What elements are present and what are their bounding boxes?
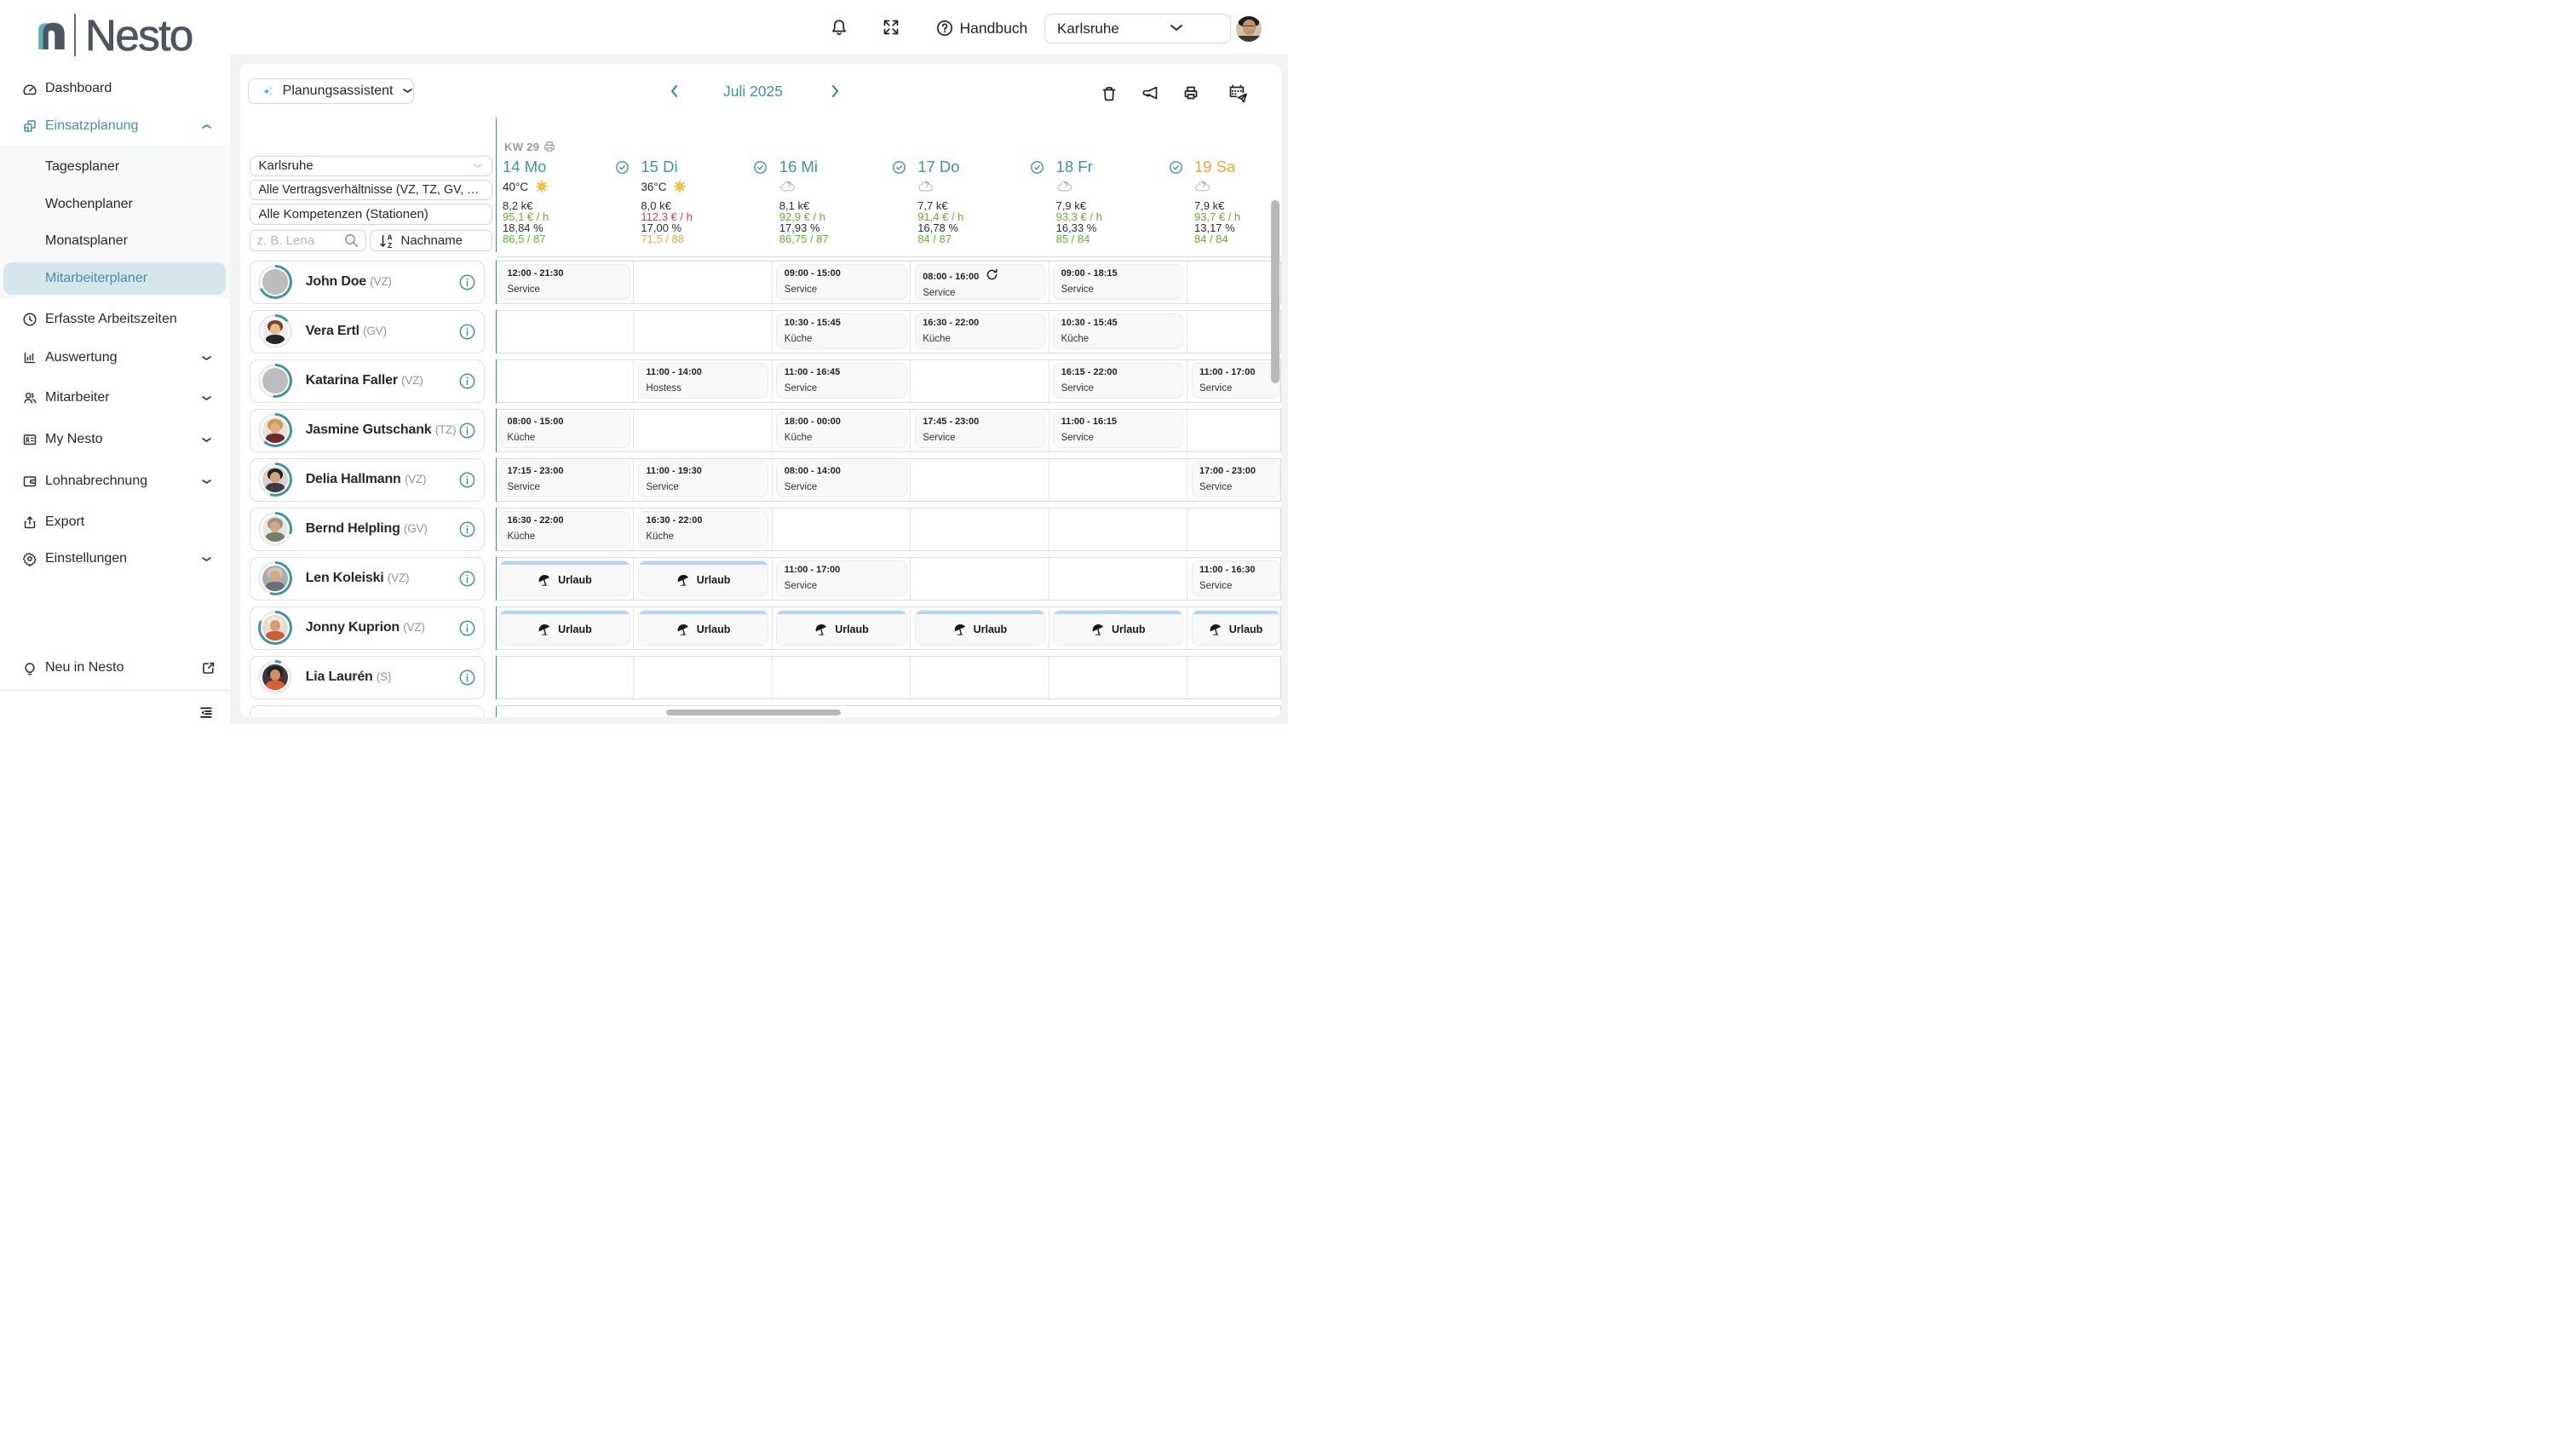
svg-text:?: ? (786, 181, 791, 190)
svg-text:?: ? (1201, 181, 1205, 190)
svg-text:Nesto: Nesto (85, 11, 193, 60)
svg-text:Z: Z (387, 241, 391, 250)
svg-text:?: ? (1063, 181, 1067, 190)
svg-text:?: ? (925, 181, 929, 190)
